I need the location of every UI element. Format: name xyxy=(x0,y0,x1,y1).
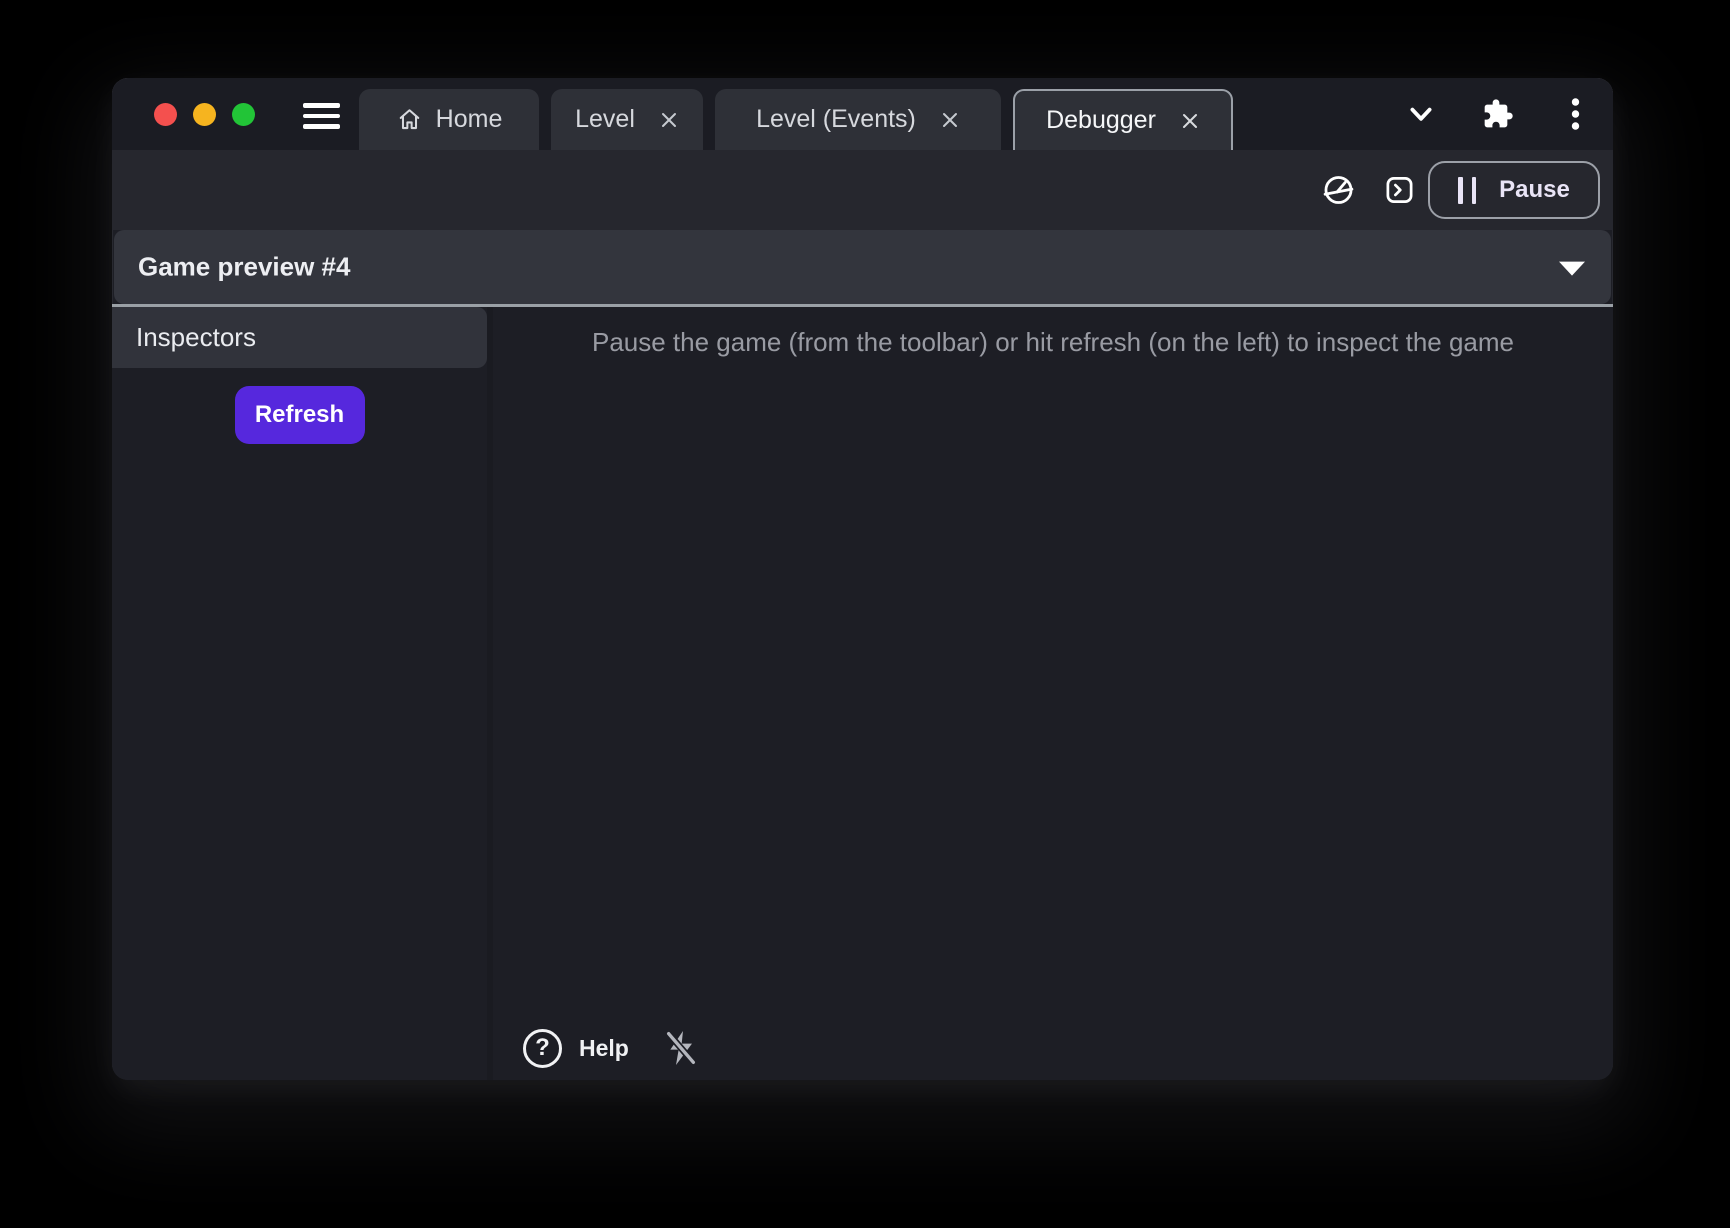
home-icon xyxy=(396,106,423,133)
debugger-window: Home Level Level (Events) xyxy=(112,78,1613,1080)
debugger-toolbar: Pause xyxy=(112,150,1613,230)
tab-label: Debugger xyxy=(1046,106,1156,135)
extensions-puzzle-icon[interactable] xyxy=(1482,98,1514,130)
tab-label: Level xyxy=(575,105,635,134)
close-window-button[interactable] xyxy=(154,103,177,126)
pause-button-label: Pause xyxy=(1499,176,1570,204)
dropdown-arrow-icon xyxy=(1559,262,1585,276)
tab-label: Level (Events) xyxy=(756,105,916,134)
debugger-content: Inspectors Refresh Pause the game (from … xyxy=(112,307,1613,1080)
bottom-help-row: ? Help xyxy=(523,1028,701,1068)
pause-icon xyxy=(1458,177,1476,204)
title-bar: Home Level Level (Events) xyxy=(112,78,1613,150)
game-preview-selector[interactable]: Game preview #4 xyxy=(114,230,1611,304)
help-button[interactable]: ? Help xyxy=(523,1029,629,1068)
inspectors-header: Inspectors xyxy=(112,307,487,368)
close-icon[interactable] xyxy=(1180,111,1200,131)
close-icon[interactable] xyxy=(940,110,960,130)
tab-level-events[interactable]: Level (Events) xyxy=(715,89,1001,150)
help-button-label: Help xyxy=(579,1035,629,1062)
minimize-window-button[interactable] xyxy=(193,103,216,126)
flash-off-icon[interactable] xyxy=(661,1028,701,1068)
tab-level[interactable]: Level xyxy=(551,89,703,150)
inspectors-sidebar: Inspectors Refresh xyxy=(112,307,487,1080)
help-icon: ? xyxy=(523,1029,562,1068)
tab-bar: Home Level Level (Events) xyxy=(359,89,1233,150)
profiler-icon[interactable] xyxy=(1321,173,1356,208)
inspectors-header-label: Inspectors xyxy=(136,322,256,353)
inspector-panel: Pause the game (from the toolbar) or hit… xyxy=(493,307,1613,1080)
pause-hint-text: Pause the game (from the toolbar) or hit… xyxy=(493,327,1613,358)
tab-home[interactable]: Home xyxy=(359,89,539,150)
tab-label: Home xyxy=(436,105,503,134)
kebab-menu-icon[interactable] xyxy=(1569,96,1582,132)
tab-debugger[interactable]: Debugger xyxy=(1013,89,1233,150)
hamburger-menu-icon[interactable] xyxy=(303,103,340,129)
console-icon[interactable] xyxy=(1384,175,1415,206)
window-controls xyxy=(154,103,255,126)
game-preview-title: Game preview #4 xyxy=(138,252,350,283)
zoom-window-button[interactable] xyxy=(232,103,255,126)
refresh-button[interactable]: Refresh xyxy=(235,386,365,444)
pause-button[interactable]: Pause xyxy=(1428,161,1600,219)
close-icon[interactable] xyxy=(659,110,679,130)
chevron-down-icon[interactable] xyxy=(1406,99,1436,129)
